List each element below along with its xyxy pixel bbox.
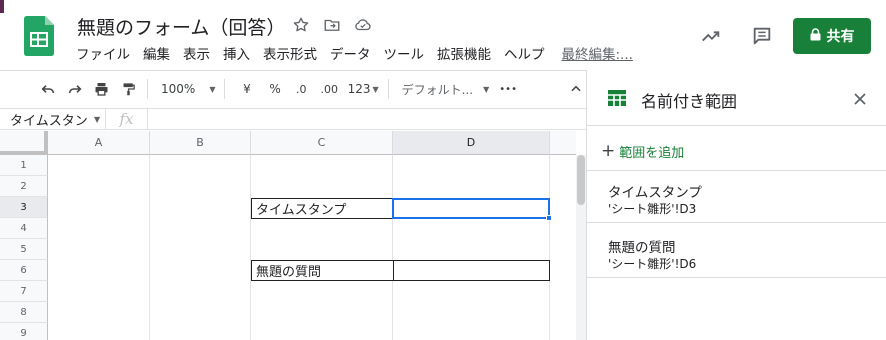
row-header-7[interactable]: 7 bbox=[0, 281, 48, 302]
cell-d6[interactable] bbox=[393, 260, 550, 281]
range-reference: 'シート雛形'!D6 bbox=[608, 257, 697, 271]
increase-decimal-button[interactable]: .00 bbox=[318, 77, 341, 101]
collapse-icon[interactable] bbox=[567, 77, 586, 101]
share-label: 共有 bbox=[826, 29, 855, 45]
name-box[interactable]: タイムスタンプ ▼ bbox=[0, 109, 106, 129]
more-options-button[interactable]: ••• bbox=[499, 77, 517, 101]
range-name: 無題の質問 bbox=[608, 240, 676, 256]
menu-format[interactable]: 表示形式 bbox=[263, 43, 317, 63]
toolbar-divider bbox=[147, 79, 149, 99]
trending-icon[interactable] bbox=[698, 23, 724, 49]
percent-format-button[interactable]: % bbox=[267, 77, 284, 101]
menu-file[interactable]: ファイル bbox=[76, 43, 130, 63]
column-header-c[interactable]: C bbox=[251, 131, 393, 155]
column-header-b[interactable]: B bbox=[150, 131, 251, 155]
name-box-value: タイムスタンプ bbox=[10, 113, 88, 129]
chevron-down-icon: ▼ bbox=[209, 84, 216, 94]
row-header-3[interactable]: 3 bbox=[0, 197, 48, 218]
column-header-d[interactable]: D bbox=[393, 131, 550, 155]
row-header-1[interactable]: 1 bbox=[0, 155, 48, 176]
menu-view[interactable]: 表示 bbox=[183, 43, 210, 63]
add-range-button[interactable]: + 範囲を追加 bbox=[601, 140, 684, 162]
undo-icon[interactable] bbox=[38, 77, 57, 101]
sheet-grid[interactable]: A B C D 1 2 3 4 5 6 7 8 9 タイムスタンプ 無題の質問 bbox=[0, 131, 576, 340]
row-header-5[interactable]: 5 bbox=[0, 239, 48, 260]
named-range-item[interactable]: タイムスタンプ 'シート雛形'!D3 bbox=[587, 173, 886, 223]
decrease-decimal-button[interactable]: .0 bbox=[293, 77, 310, 101]
menu-insert[interactable]: 挿入 bbox=[223, 43, 250, 63]
vertical-scrollbar[interactable] bbox=[576, 155, 586, 340]
menu-bar: ファイル 編集 表示 挿入 表示形式 データ ツール 拡張機能 ヘルプ 最終編集… bbox=[76, 43, 646, 63]
sheets-logo-icon[interactable] bbox=[24, 16, 54, 56]
row-header-9[interactable]: 9 bbox=[0, 323, 48, 340]
select-all-corner[interactable] bbox=[0, 131, 48, 155]
range-reference: 'シート雛形'!D3 bbox=[608, 202, 697, 216]
formula-bar: タイムスタンプ ▼ fx bbox=[0, 108, 586, 130]
menu-data[interactable]: データ bbox=[330, 43, 371, 63]
menu-help[interactable]: ヘルプ bbox=[504, 43, 545, 63]
scrollbar-thumb[interactable] bbox=[577, 155, 585, 205]
fill-handle[interactable] bbox=[546, 215, 552, 221]
row-header-8[interactable]: 8 bbox=[0, 302, 48, 323]
close-icon[interactable] bbox=[849, 88, 871, 110]
column-header-a[interactable]: A bbox=[48, 131, 150, 155]
add-range-label: 範囲を追加 bbox=[619, 145, 685, 161]
font-label: デフォルト... bbox=[401, 82, 474, 97]
number-format-label: 123 bbox=[347, 82, 371, 96]
menu-tools[interactable]: ツール bbox=[384, 43, 425, 63]
comment-icon[interactable] bbox=[749, 23, 775, 49]
row-header-6[interactable]: 6 bbox=[0, 260, 48, 281]
column-header-e[interactable] bbox=[550, 131, 576, 155]
last-edit-link[interactable]: 最終編集:... bbox=[562, 43, 633, 63]
panel-header: 名前付き範囲 bbox=[587, 70, 886, 126]
zoom-select[interactable]: 100% ▼ bbox=[161, 77, 215, 101]
window-accent bbox=[0, 0, 4, 13]
cell-c6[interactable]: 無題の質問 bbox=[251, 260, 394, 281]
paint-format-icon[interactable] bbox=[119, 77, 138, 101]
currency-format-button[interactable]: ¥ bbox=[238, 77, 255, 101]
named-range-item[interactable]: 無題の質問 'シート雛形'!D6 bbox=[587, 228, 886, 278]
cell-c3[interactable]: タイムスタンプ bbox=[251, 198, 394, 219]
document-title[interactable]: 無題のフォーム（回答） bbox=[77, 13, 285, 40]
toolbar-divider bbox=[224, 79, 226, 99]
lock-icon bbox=[810, 27, 821, 45]
plus-icon: + bbox=[601, 141, 616, 161]
table-icon bbox=[607, 89, 627, 111]
zoom-value: 100% bbox=[161, 82, 196, 96]
formula-input[interactable] bbox=[148, 109, 586, 129]
star-icon[interactable] bbox=[290, 14, 312, 36]
toolbar: 100% ▼ ¥ % .0 .00 123 ▼ デフォルト... ▼ ••• bbox=[0, 70, 586, 107]
menu-edit[interactable]: 編集 bbox=[143, 43, 170, 63]
cloud-status-icon[interactable] bbox=[352, 14, 374, 36]
panel-divider bbox=[587, 170, 886, 171]
range-name: タイムスタンプ bbox=[608, 185, 702, 201]
menu-extensions[interactable]: 拡張機能 bbox=[437, 43, 491, 63]
fx-icon: fx bbox=[106, 109, 148, 129]
number-format-select[interactable]: 123 ▼ bbox=[348, 77, 379, 101]
active-cell-selection[interactable] bbox=[392, 198, 550, 219]
grid-lines bbox=[149, 155, 550, 340]
chevron-down-icon: ▼ bbox=[483, 84, 490, 94]
print-icon[interactable] bbox=[92, 77, 111, 101]
chevron-down-icon: ▼ bbox=[94, 114, 101, 124]
row-header-2[interactable]: 2 bbox=[0, 176, 48, 197]
share-button[interactable]: 共有 bbox=[793, 18, 871, 54]
redo-icon[interactable] bbox=[65, 77, 84, 101]
font-select[interactable]: デフォルト... ▼ bbox=[402, 77, 490, 101]
panel-title: 名前付き範囲 bbox=[641, 92, 738, 111]
chevron-down-icon: ▼ bbox=[372, 84, 379, 94]
row-header-4[interactable]: 4 bbox=[0, 218, 48, 239]
toolbar-divider bbox=[387, 79, 389, 99]
named-ranges-panel: 名前付き範囲 + 範囲を追加 タイムスタンプ 'シート雛形'!D3 無題の質問 … bbox=[586, 70, 886, 340]
move-folder-icon[interactable] bbox=[321, 14, 343, 36]
